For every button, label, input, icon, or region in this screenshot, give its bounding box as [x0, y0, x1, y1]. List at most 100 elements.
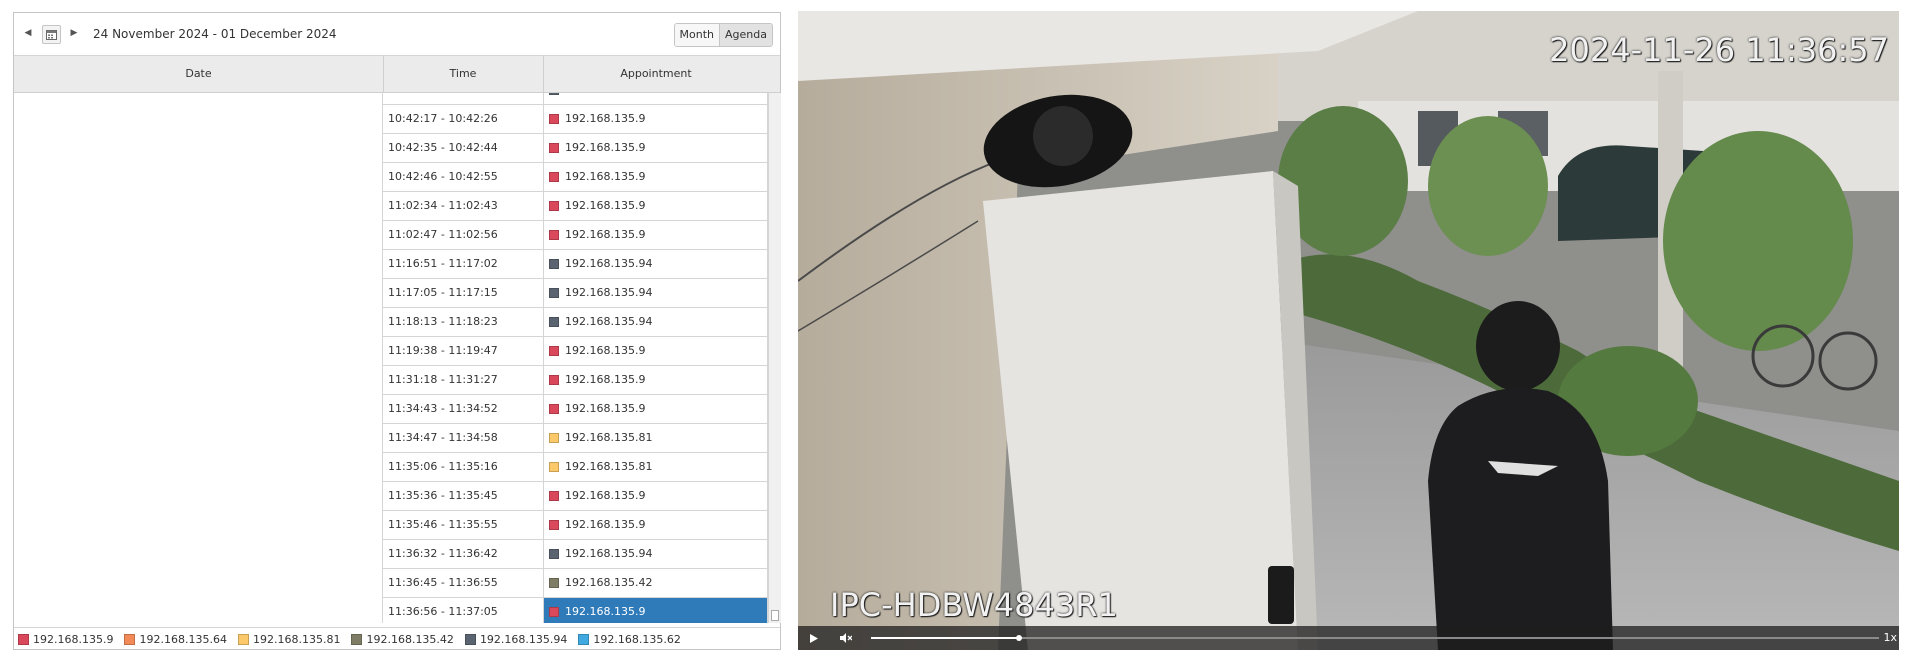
player-controls: 1x [798, 626, 1899, 650]
appointment-title: 192.168.135.9 [565, 228, 646, 241]
agenda-row[interactable]: 11:34:47 - 11:34:58 192.168.135.81 [383, 424, 768, 453]
agenda-row[interactable]: 10:42:15 - 10:42:24 192.168.135.94 [383, 93, 768, 105]
date-column [14, 93, 383, 623]
appointment-time: 11:18:13 - 11:18:23 [383, 308, 544, 336]
agenda-row[interactable]: 11:36:45 - 11:36:55 192.168.135.42 [383, 569, 768, 598]
appointment-cell[interactable]: 192.168.135.9 [544, 511, 768, 539]
agenda-row[interactable]: 11:36:32 - 11:36:42 192.168.135.94 [383, 540, 768, 569]
resource-color-swatch [549, 288, 559, 298]
resource-color-swatch [549, 462, 559, 472]
seek-bar[interactable] [871, 635, 1879, 641]
appointment-cell[interactable]: 192.168.135.94 [544, 540, 768, 568]
seek-bar-handle[interactable] [1016, 635, 1023, 641]
camera-timestamp-overlay: 2024-11-26 11:36:57 [1549, 31, 1889, 69]
legend-label: 192.168.135.94 [479, 632, 568, 646]
appointment-list: 10:42:15 - 10:42:24192.168.135.9410:42:1… [383, 93, 768, 623]
appointment-cell[interactable]: 192.168.135.9 [544, 105, 768, 133]
agenda-row[interactable]: 10:42:35 - 10:42:44 192.168.135.9 [383, 134, 768, 163]
legend-item: 192.168.135.42 [351, 633, 454, 646]
header-date: Date [14, 56, 384, 92]
legend-item: 192.168.135.64 [124, 632, 227, 646]
appointment-cell[interactable]: 192.168.135.94 [544, 308, 768, 336]
agenda-row[interactable]: 11:18:13 - 11:18:23 192.168.135.94 [383, 308, 768, 337]
appointment-time: 11:02:34 - 11:02:43 [383, 192, 544, 220]
agenda-scheduler: ◀ ▶ 24 November 2024 - 01 December 2024 … [13, 12, 781, 650]
date-range-label: 24 November 2024 - 01 December 2024 [93, 27, 337, 41]
view-month-button[interactable]: Month [674, 24, 720, 46]
play-icon[interactable] [806, 630, 822, 646]
appointment-cell[interactable]: 192.168.135.9 [544, 221, 768, 249]
agenda-row[interactable]: 11:17:05 - 11:17:15 192.168.135.94 [383, 279, 768, 308]
appointment-cell[interactable]: 192.168.135.9 [544, 192, 768, 220]
appointment-time: 11:17:05 - 11:17:15 [383, 279, 544, 307]
next-period-icon[interactable]: ▶ [67, 26, 81, 40]
appointment-title: 192.168.135.9 [565, 344, 646, 357]
scrollbar-thumb[interactable] [771, 610, 779, 621]
agenda-row[interactable]: 11:02:34 - 11:02:43 192.168.135.9 [383, 192, 768, 221]
agenda-row[interactable]: 11:35:46 - 11:35:55 192.168.135.9 [383, 511, 768, 540]
agenda-row[interactable]: 11:19:38 - 11:19:47 192.168.135.9 [383, 337, 768, 366]
appointment-cell[interactable]: 192.168.135.81 [544, 453, 768, 481]
legend-color-swatch [578, 633, 590, 645]
appointment-cell[interactable]: 192.168.135.94 [544, 250, 768, 278]
resource-color-swatch [549, 259, 559, 269]
appointment-cell[interactable]: 192.168.135.9 [544, 134, 768, 162]
appointment-title: 192.168.135.9 [565, 518, 646, 531]
appointment-title: 192.168.135.9 [565, 199, 646, 212]
calendar-picker-button[interactable] [42, 25, 61, 44]
resource-color-swatch [549, 114, 559, 124]
agenda-row[interactable]: 11:34:43 - 11:34:52 192.168.135.9 [383, 395, 768, 424]
appointment-title: 192.168.135.94 [565, 286, 653, 299]
previous-period-icon[interactable]: ◀ [21, 26, 35, 40]
legend-label: 192.168.135.81 [252, 632, 341, 646]
agenda-body[interactable]: 10:42:15 - 10:42:24192.168.135.9410:42:1… [14, 93, 768, 623]
video-player[interactable]: 2024-11-26 11:36:57 IPC-HDBW4843R1 1x [798, 11, 1899, 650]
agenda-row[interactable]: 11:35:06 - 11:35:16 192.168.135.81 [383, 453, 768, 482]
legend-label: 192.168.135.64 [139, 632, 227, 646]
agenda-row[interactable]: 10:42:17 - 10:42:26 192.168.135.9 [383, 105, 768, 134]
appointment-cell[interactable]: 192.168.135.81 [544, 424, 768, 452]
appointment-time: 11:34:47 - 11:34:58 [383, 424, 544, 452]
appointment-cell[interactable]: 192.168.135.9 [544, 482, 768, 510]
appointment-cell[interactable]: 192.168.135.9 [544, 366, 768, 394]
appointment-cell[interactable]: 192.168.135.9 [544, 337, 768, 365]
appointment-title: 192.168.135.81 [565, 431, 653, 444]
appointment-time: 11:36:56 - 11:37:05 [383, 598, 544, 623]
resource-color-swatch [549, 578, 559, 588]
appointment-title: 192.168.135.81 [565, 460, 653, 473]
resource-legend: 192.168.135.9 192.168.135.64 192.168.135.8… [14, 627, 780, 650]
appointment-cell[interactable]: 192.168.135.42 [544, 569, 768, 597]
agenda-scrollbar[interactable] [768, 93, 781, 623]
agenda-row[interactable]: 10:42:46 - 10:42:55 192.168.135.9 [383, 163, 768, 192]
appointment-cell[interactable]: 192.168.135.94 [544, 279, 768, 307]
appointment-time: 11:19:38 - 11:19:47 [383, 337, 544, 365]
appointment-time: 11:35:46 - 11:35:55 [383, 511, 544, 539]
appointment-title: 192.168.135.9 [565, 402, 646, 415]
resource-color-swatch [549, 143, 559, 153]
appointment-title: 192.168.135.9 [565, 170, 646, 183]
appointment-title: 192.168.135.9 [565, 489, 646, 502]
legend-color-swatch [124, 633, 136, 645]
resource-color-swatch [549, 93, 559, 95]
appointment-time: 10:42:35 - 10:42:44 [383, 134, 544, 162]
resource-color-swatch [549, 201, 559, 211]
resource-color-swatch [549, 549, 559, 559]
agenda-row[interactable]: 11:35:36 - 11:35:45 192.168.135.9 [383, 482, 768, 511]
legend-label: 192.168.135.9 [33, 632, 114, 646]
muted-speaker-icon[interactable] [838, 630, 854, 646]
appointment-cell[interactable]: 192.168.135.9 [544, 163, 768, 191]
agenda-row[interactable]: 11:36:56 - 11:37:05 192.168.135.9 [383, 598, 768, 623]
agenda-row[interactable]: 11:02:47 - 11:02:56 192.168.135.9 [383, 221, 768, 250]
camera-model-overlay: IPC-HDBW4843R1 [830, 586, 1118, 624]
appointment-cell[interactable]: 192.168.135.9 [544, 395, 768, 423]
view-agenda-button[interactable]: Agenda [719, 24, 772, 46]
resource-color-swatch [549, 346, 559, 356]
appointment-time: 11:35:36 - 11:35:45 [383, 482, 544, 510]
legend-color-swatch [351, 633, 363, 645]
appointment-title: 192.168.135.94 [565, 315, 653, 328]
appointment-cell[interactable]: 192.168.135.9 [544, 598, 768, 623]
appointment-cell[interactable]: 192.168.135.94 [544, 93, 768, 104]
agenda-row[interactable]: 11:16:51 - 11:17:02 192.168.135.94 [383, 250, 768, 279]
playback-speed-button[interactable]: 1x [1883, 631, 1897, 644]
agenda-row[interactable]: 11:31:18 - 11:31:27 192.168.135.9 [383, 366, 768, 395]
